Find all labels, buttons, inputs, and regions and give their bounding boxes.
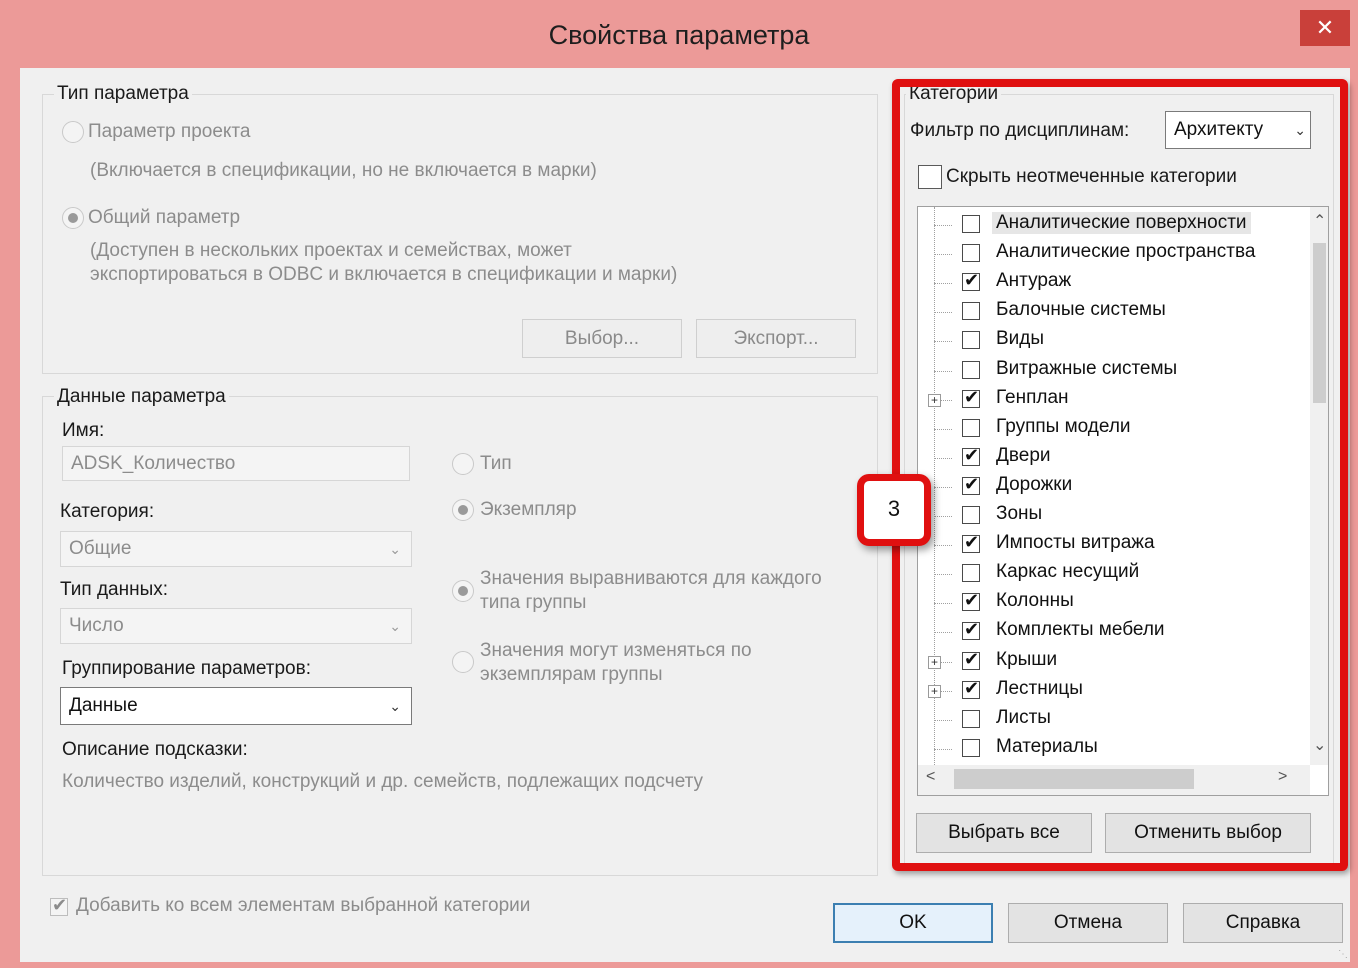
param-data-title: Данные параметра: [54, 386, 229, 408]
add-all-label: Добавить ко всем элементам выбранной кат…: [76, 895, 531, 916]
category-value: Общие: [69, 538, 132, 559]
window-title: Свойства параметра: [548, 20, 810, 50]
cancel-button[interactable]: Отмена: [1008, 903, 1168, 943]
data-type-select[interactable]: Число ⌄: [60, 608, 412, 644]
tooltip-label: Описание подсказки:: [62, 739, 248, 760]
close-button[interactable]: ✕: [1300, 10, 1350, 46]
param-type-title: Тип параметра: [54, 83, 192, 105]
project-param-note: (Включается в спецификации, но не включа…: [90, 160, 597, 181]
chevron-down-icon: ⌄: [389, 698, 401, 714]
data-type-value: Число: [69, 615, 124, 636]
tooltip-text[interactable]: Количество изделий, конструкций и др. се…: [62, 771, 703, 793]
chevron-down-icon: ⌄: [389, 618, 401, 634]
instance-radio-label: Экземпляр: [480, 499, 577, 520]
data-type-label: Тип данных:: [60, 579, 169, 600]
title-bar[interactable]: Свойства параметра ✕: [0, 0, 1358, 68]
grouping-value: Данные: [69, 695, 138, 716]
dialog-window: Свойства параметра ✕ Тип параметра Парам…: [0, 0, 1358, 968]
vary-values-radio[interactable]: [452, 651, 474, 673]
instance-radio[interactable]: [452, 499, 474, 521]
project-param-label: Параметр проекта: [88, 121, 251, 142]
dialog-client: Тип параметра Параметр проекта (Включает…: [20, 68, 1350, 962]
grouping-label: Группирование параметров:: [62, 658, 311, 679]
name-field[interactable]: ADSK_Количество: [62, 446, 410, 481]
aligned-values-label-2: типа группы: [480, 592, 587, 613]
select-button[interactable]: Выбор...: [522, 319, 682, 358]
project-param-radio[interactable]: [62, 121, 84, 143]
grouping-select[interactable]: Данные ⌄: [60, 687, 412, 725]
help-button[interactable]: Справка: [1183, 903, 1343, 943]
aligned-values-radio[interactable]: [452, 580, 474, 602]
category-label: Категория:: [60, 501, 155, 522]
annotation-callout: 3: [857, 474, 931, 546]
export-button[interactable]: Экспорт...: [696, 319, 856, 358]
aligned-values-label-1: Значения выравниваются для каждого: [480, 568, 822, 589]
checkmark-icon: ✔: [52, 895, 68, 915]
shared-param-note-line1: (Доступен в нескольких проектах и семейс…: [90, 240, 572, 261]
type-radio[interactable]: [452, 453, 474, 475]
vary-values-label-1: Значения могут изменяться по: [480, 640, 752, 661]
name-label: Имя:: [62, 420, 105, 441]
chevron-down-icon: ⌄: [389, 541, 401, 557]
annotation-highlight-box: [892, 79, 1348, 871]
shared-param-radio[interactable]: [62, 207, 84, 229]
type-radio-label: Тип: [480, 453, 512, 474]
add-all-checkbox[interactable]: ✔: [50, 895, 68, 916]
category-select[interactable]: Общие ⌄: [60, 531, 412, 567]
ok-button[interactable]: OK: [833, 903, 993, 943]
vary-values-label-2: экземплярам группы: [480, 664, 663, 685]
resize-grip-icon[interactable]: ⋱: [1338, 949, 1348, 960]
shared-param-label: Общий параметр: [88, 207, 241, 228]
shared-param-note-line2: экспортироваться в ODBC и включается в с…: [90, 264, 678, 285]
